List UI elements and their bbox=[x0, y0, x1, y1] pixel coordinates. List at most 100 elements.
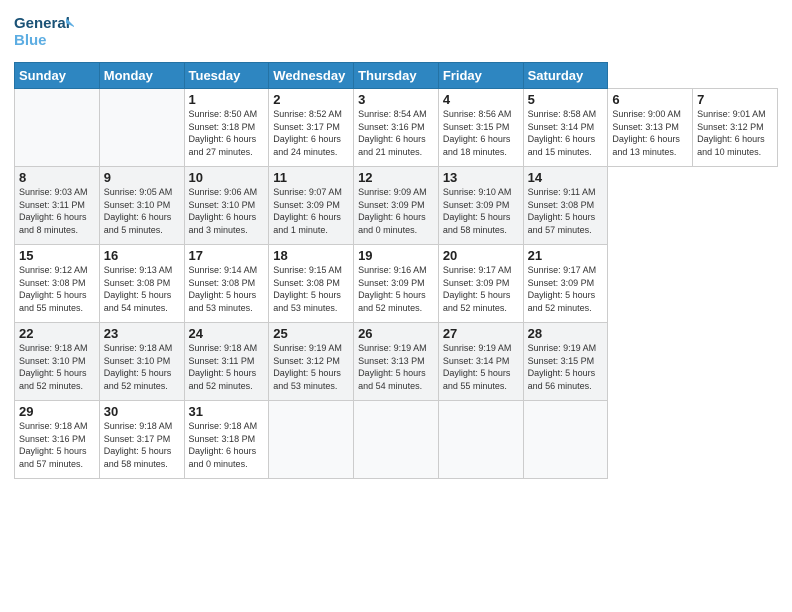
day-cell bbox=[438, 401, 523, 479]
day-number: 30 bbox=[104, 404, 180, 419]
logo-svg: General Blue bbox=[14, 10, 74, 54]
day-info: Sunrise: 8:54 AMSunset: 3:16 PMDaylight:… bbox=[358, 108, 434, 158]
day-number: 5 bbox=[528, 92, 604, 107]
day-info: Sunrise: 9:14 AMSunset: 3:08 PMDaylight:… bbox=[189, 264, 265, 314]
day-info: Sunrise: 9:19 AMSunset: 3:14 PMDaylight:… bbox=[443, 342, 519, 392]
day-info: Sunrise: 9:19 AMSunset: 3:12 PMDaylight:… bbox=[273, 342, 349, 392]
day-number: 14 bbox=[528, 170, 604, 185]
day-info: Sunrise: 8:52 AMSunset: 3:17 PMDaylight:… bbox=[273, 108, 349, 158]
day-cell: 20Sunrise: 9:17 AMSunset: 3:09 PMDayligh… bbox=[438, 245, 523, 323]
day-cell: 4Sunrise: 8:56 AMSunset: 3:15 PMDaylight… bbox=[438, 89, 523, 167]
day-number: 29 bbox=[19, 404, 95, 419]
day-cell: 17Sunrise: 9:14 AMSunset: 3:08 PMDayligh… bbox=[184, 245, 269, 323]
day-number: 1 bbox=[189, 92, 265, 107]
day-cell bbox=[269, 401, 354, 479]
day-number: 3 bbox=[358, 92, 434, 107]
day-number: 20 bbox=[443, 248, 519, 263]
svg-text:Blue: Blue bbox=[14, 32, 47, 49]
day-info: Sunrise: 9:19 AMSunset: 3:15 PMDaylight:… bbox=[528, 342, 604, 392]
day-number: 28 bbox=[528, 326, 604, 341]
calendar-table: SundayMondayTuesdayWednesdayThursdayFrid… bbox=[14, 62, 778, 479]
day-number: 12 bbox=[358, 170, 434, 185]
day-cell: 14Sunrise: 9:11 AMSunset: 3:08 PMDayligh… bbox=[523, 167, 608, 245]
day-of-week-header: Wednesday bbox=[269, 63, 354, 89]
day-info: Sunrise: 9:18 AMSunset: 3:10 PMDaylight:… bbox=[104, 342, 180, 392]
day-number: 13 bbox=[443, 170, 519, 185]
day-info: Sunrise: 9:12 AMSunset: 3:08 PMDaylight:… bbox=[19, 264, 95, 314]
day-info: Sunrise: 9:18 AMSunset: 3:11 PMDaylight:… bbox=[189, 342, 265, 392]
day-info: Sunrise: 9:18 AMSunset: 3:10 PMDaylight:… bbox=[19, 342, 95, 392]
day-cell: 6Sunrise: 9:00 AMSunset: 3:13 PMDaylight… bbox=[608, 89, 693, 167]
day-cell: 1Sunrise: 8:50 AMSunset: 3:18 PMDaylight… bbox=[184, 89, 269, 167]
day-info: Sunrise: 9:18 AMSunset: 3:16 PMDaylight:… bbox=[19, 420, 95, 470]
day-info: Sunrise: 9:00 AMSunset: 3:13 PMDaylight:… bbox=[612, 108, 688, 158]
day-cell: 8Sunrise: 9:03 AMSunset: 3:11 PMDaylight… bbox=[15, 167, 100, 245]
day-cell: 25Sunrise: 9:19 AMSunset: 3:12 PMDayligh… bbox=[269, 323, 354, 401]
day-info: Sunrise: 9:05 AMSunset: 3:10 PMDaylight:… bbox=[104, 186, 180, 236]
empty-day-cell bbox=[15, 89, 100, 167]
day-cell: 16Sunrise: 9:13 AMSunset: 3:08 PMDayligh… bbox=[99, 245, 184, 323]
day-cell: 2Sunrise: 8:52 AMSunset: 3:17 PMDaylight… bbox=[269, 89, 354, 167]
day-info: Sunrise: 8:58 AMSunset: 3:14 PMDaylight:… bbox=[528, 108, 604, 158]
day-cell: 19Sunrise: 9:16 AMSunset: 3:09 PMDayligh… bbox=[354, 245, 439, 323]
day-info: Sunrise: 9:15 AMSunset: 3:08 PMDaylight:… bbox=[273, 264, 349, 314]
day-number: 4 bbox=[443, 92, 519, 107]
day-cell: 24Sunrise: 9:18 AMSunset: 3:11 PMDayligh… bbox=[184, 323, 269, 401]
day-cell: 30Sunrise: 9:18 AMSunset: 3:17 PMDayligh… bbox=[99, 401, 184, 479]
day-number: 8 bbox=[19, 170, 95, 185]
day-info: Sunrise: 9:09 AMSunset: 3:09 PMDaylight:… bbox=[358, 186, 434, 236]
day-info: Sunrise: 9:10 AMSunset: 3:09 PMDaylight:… bbox=[443, 186, 519, 236]
day-number: 17 bbox=[189, 248, 265, 263]
day-cell: 7Sunrise: 9:01 AMSunset: 3:12 PMDaylight… bbox=[693, 89, 778, 167]
day-cell: 15Sunrise: 9:12 AMSunset: 3:08 PMDayligh… bbox=[15, 245, 100, 323]
day-info: Sunrise: 9:18 AMSunset: 3:17 PMDaylight:… bbox=[104, 420, 180, 470]
day-number: 7 bbox=[697, 92, 773, 107]
day-number: 21 bbox=[528, 248, 604, 263]
day-number: 16 bbox=[104, 248, 180, 263]
calendar-week-row: 29Sunrise: 9:18 AMSunset: 3:16 PMDayligh… bbox=[15, 401, 778, 479]
logo: General Blue bbox=[14, 10, 74, 54]
day-info: Sunrise: 9:06 AMSunset: 3:10 PMDaylight:… bbox=[189, 186, 265, 236]
day-info: Sunrise: 9:19 AMSunset: 3:13 PMDaylight:… bbox=[358, 342, 434, 392]
empty-day-cell bbox=[99, 89, 184, 167]
day-of-week-header: Friday bbox=[438, 63, 523, 89]
header: General Blue bbox=[14, 10, 778, 54]
day-number: 10 bbox=[189, 170, 265, 185]
day-cell bbox=[354, 401, 439, 479]
day-cell: 27Sunrise: 9:19 AMSunset: 3:14 PMDayligh… bbox=[438, 323, 523, 401]
day-number: 9 bbox=[104, 170, 180, 185]
day-info: Sunrise: 8:56 AMSunset: 3:15 PMDaylight:… bbox=[443, 108, 519, 158]
day-of-week-header: Tuesday bbox=[184, 63, 269, 89]
day-cell: 18Sunrise: 9:15 AMSunset: 3:08 PMDayligh… bbox=[269, 245, 354, 323]
day-number: 2 bbox=[273, 92, 349, 107]
day-cell: 21Sunrise: 9:17 AMSunset: 3:09 PMDayligh… bbox=[523, 245, 608, 323]
day-info: Sunrise: 9:07 AMSunset: 3:09 PMDaylight:… bbox=[273, 186, 349, 236]
day-cell: 11Sunrise: 9:07 AMSunset: 3:09 PMDayligh… bbox=[269, 167, 354, 245]
day-number: 24 bbox=[189, 326, 265, 341]
day-cell: 22Sunrise: 9:18 AMSunset: 3:10 PMDayligh… bbox=[15, 323, 100, 401]
day-number: 6 bbox=[612, 92, 688, 107]
day-cell: 23Sunrise: 9:18 AMSunset: 3:10 PMDayligh… bbox=[99, 323, 184, 401]
day-info: Sunrise: 9:11 AMSunset: 3:08 PMDaylight:… bbox=[528, 186, 604, 236]
day-info: Sunrise: 9:13 AMSunset: 3:08 PMDaylight:… bbox=[104, 264, 180, 314]
day-of-week-header: Saturday bbox=[523, 63, 608, 89]
day-number: 26 bbox=[358, 326, 434, 341]
calendar-week-row: 15Sunrise: 9:12 AMSunset: 3:08 PMDayligh… bbox=[15, 245, 778, 323]
day-of-week-header: Thursday bbox=[354, 63, 439, 89]
day-of-week-header: Sunday bbox=[15, 63, 100, 89]
day-cell: 29Sunrise: 9:18 AMSunset: 3:16 PMDayligh… bbox=[15, 401, 100, 479]
day-number: 15 bbox=[19, 248, 95, 263]
day-info: Sunrise: 9:16 AMSunset: 3:09 PMDaylight:… bbox=[358, 264, 434, 314]
day-number: 27 bbox=[443, 326, 519, 341]
day-info: Sunrise: 8:50 AMSunset: 3:18 PMDaylight:… bbox=[189, 108, 265, 158]
calendar-week-row: 22Sunrise: 9:18 AMSunset: 3:10 PMDayligh… bbox=[15, 323, 778, 401]
calendar-header-row: SundayMondayTuesdayWednesdayThursdayFrid… bbox=[15, 63, 778, 89]
day-number: 22 bbox=[19, 326, 95, 341]
day-number: 25 bbox=[273, 326, 349, 341]
calendar-week-row: 1Sunrise: 8:50 AMSunset: 3:18 PMDaylight… bbox=[15, 89, 778, 167]
day-info: Sunrise: 9:17 AMSunset: 3:09 PMDaylight:… bbox=[528, 264, 604, 314]
day-info: Sunrise: 9:18 AMSunset: 3:18 PMDaylight:… bbox=[189, 420, 265, 470]
day-cell bbox=[523, 401, 608, 479]
day-cell: 26Sunrise: 9:19 AMSunset: 3:13 PMDayligh… bbox=[354, 323, 439, 401]
day-number: 19 bbox=[358, 248, 434, 263]
